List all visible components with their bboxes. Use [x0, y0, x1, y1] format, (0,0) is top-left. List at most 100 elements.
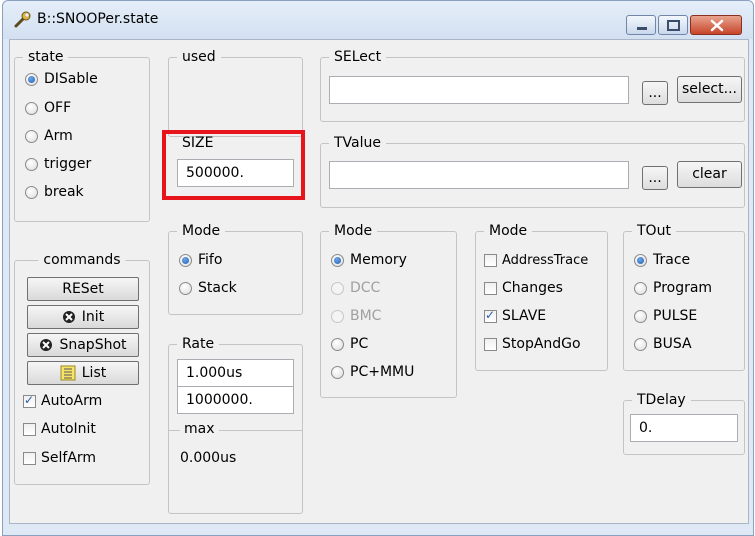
radio-icon [25, 157, 38, 171]
tvalue-input[interactable] [329, 161, 629, 189]
snooper-window: B::SNOOPer.state state DISable OFF Arm t… [2, 0, 754, 536]
tout-option-busa[interactable]: BUSA [634, 334, 692, 354]
checkbox-checked-icon [23, 393, 36, 408]
mode-option-dcc: DCC [331, 278, 380, 298]
close-button[interactable] [690, 15, 742, 35]
select-input[interactable] [329, 76, 629, 104]
rate-value-field[interactable]: 1.000us [177, 359, 294, 387]
radio-selected-icon [634, 253, 647, 267]
init-icon [62, 310, 76, 324]
commands-group: commands RESet Init SnapShot List AutoAr… [14, 251, 150, 485]
max-value: 0.000us [180, 450, 237, 466]
checkbox-icon [484, 281, 497, 295]
mode-option-label: Stack [198, 280, 237, 296]
tout-option-label: Trace [653, 252, 691, 268]
mode-option-label: PC+MMU [350, 364, 415, 380]
mode-option-label: Memory [350, 252, 407, 268]
maximize-icon [667, 20, 680, 31]
mode-option-bmc: BMC [331, 306, 381, 326]
radio-icon [634, 281, 647, 295]
radio-icon [634, 337, 647, 351]
state-option-label: OFF [44, 100, 72, 116]
used-group-label: used [177, 48, 221, 66]
flag-label: SLAVE [502, 308, 547, 324]
state-option-label: DISable [44, 71, 98, 87]
select-button[interactable]: select... [677, 76, 742, 103]
rate-group-label: Rate [177, 335, 220, 353]
state-option-off[interactable]: OFF [25, 98, 71, 118]
list-icon [60, 365, 76, 381]
commands-group-label: commands [38, 251, 126, 269]
mode-option-stack[interactable]: Stack [179, 278, 237, 298]
snapshot-icon [39, 338, 53, 352]
radio-icon [25, 101, 38, 115]
checkbox-icon [23, 422, 36, 436]
state-option-trigger[interactable]: trigger [25, 154, 91, 174]
state-option-label: trigger [44, 156, 92, 172]
stopandgo-checkbox[interactable]: StopAndGo [484, 334, 581, 354]
radio-icon [331, 337, 344, 351]
radio-selected-icon [331, 253, 344, 267]
buffer-mode-group: Mode Fifo Stack [168, 222, 303, 315]
radio-selected-icon [25, 72, 38, 86]
tout-option-label: BUSA [653, 336, 692, 352]
rate-count-field[interactable]: 1000000. [177, 386, 294, 414]
tout-option-label: PULSE [653, 308, 698, 324]
title-bar[interactable]: B::SNOOPer.state [3, 1, 753, 39]
mode-option-memory[interactable]: Memory [331, 250, 407, 270]
radio-selected-icon [179, 253, 192, 267]
tvalue-group-label: TValue [329, 134, 386, 152]
state-option-label: break [44, 184, 84, 200]
checkbox-icon [484, 253, 497, 267]
autoinit-checkbox[interactable]: AutoInit [23, 419, 96, 439]
mode-option-label: DCC [350, 280, 381, 296]
mode-option-label: PC [350, 336, 369, 352]
state-option-arm[interactable]: Arm [25, 126, 73, 146]
slave-checkbox[interactable]: SLAVE [484, 306, 546, 326]
maximize-button[interactable] [658, 15, 688, 35]
addresstrace-checkbox[interactable]: AddressTrace [484, 250, 588, 270]
client-area: state DISable OFF Arm trigger break comm… [9, 39, 749, 524]
tout-option-trace[interactable]: Trace [634, 250, 690, 270]
init-button-label: Init [81, 309, 105, 325]
autoarm-checkbox[interactable]: AutoArm [23, 391, 102, 411]
reset-button[interactable]: RESet [27, 277, 139, 301]
radio-icon [25, 185, 38, 199]
tout-option-program[interactable]: Program [634, 278, 712, 298]
tout-option-pulse[interactable]: PULSE [634, 306, 697, 326]
reset-button-label: RESet [62, 281, 104, 297]
checkbox-icon [23, 451, 36, 465]
tout-group-label: TOut [632, 222, 676, 240]
radio-icon [179, 281, 192, 295]
clear-button[interactable]: clear [677, 161, 742, 188]
mode-option-label: Fifo [198, 252, 223, 268]
state-option-disable[interactable]: DISable [25, 69, 98, 89]
tdelay-input[interactable]: 0. [630, 414, 738, 442]
flags-mode-group: Mode AddressTrace Changes SLAVE StopAndG… [475, 222, 608, 371]
flag-label: StopAndGo [502, 336, 581, 352]
close-icon [710, 19, 724, 32]
state-option-break[interactable]: break [25, 182, 84, 202]
selfarm-checkbox[interactable]: SelfArm [23, 448, 96, 468]
radio-icon [25, 129, 38, 143]
tvalue-browse-button[interactable]: ... [642, 166, 668, 190]
mode-option-pc-mmu[interactable]: PC+MMU [331, 362, 414, 382]
state-group-label: state [23, 48, 69, 66]
init-button[interactable]: Init [27, 305, 139, 329]
list-button-label: List [81, 365, 107, 381]
minimize-button[interactable] [626, 15, 656, 35]
flags-mode-label: Mode [484, 222, 533, 240]
snapshot-button[interactable]: SnapShot [27, 333, 139, 357]
flag-label: Changes [502, 280, 563, 296]
radio-disabled-icon [331, 281, 344, 295]
tdelay-group-label: TDelay [632, 391, 691, 409]
wrench-icon [13, 10, 33, 30]
mode-option-fifo[interactable]: Fifo [179, 250, 222, 270]
changes-checkbox[interactable]: Changes [484, 278, 563, 298]
flag-label: AddressTrace [502, 252, 589, 268]
select-browse-button[interactable]: ... [642, 81, 668, 105]
list-button[interactable]: List [27, 361, 139, 385]
access-mode-label: Mode [329, 222, 378, 240]
mode-option-pc[interactable]: PC [331, 334, 368, 354]
checkbox-checked-icon [484, 308, 497, 323]
